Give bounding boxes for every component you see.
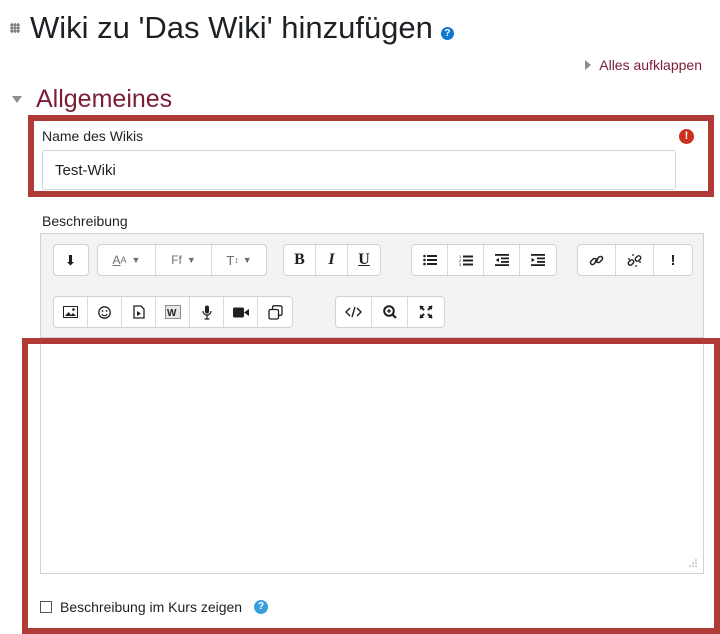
image-icon[interactable] — [54, 297, 88, 327]
question-circle-icon[interactable]: ? — [440, 26, 454, 40]
media-icon[interactable] — [122, 297, 156, 327]
name-field-label: Name des Wikis — [42, 128, 144, 144]
page-title-text: Wiki zu 'Das Wiki' hinzufügen — [30, 10, 433, 45]
toolbar-group-font: A A ▼ Ff ▼ T ↕ ▼ — [97, 244, 267, 276]
expand-all-label: Alles aufklappen — [599, 57, 702, 73]
font-size-icon[interactable]: T ↕ ▼ — [212, 245, 266, 275]
expand-triangle-icon — [585, 60, 592, 70]
svg-text:3: 3 — [459, 262, 462, 267]
wiki-activity-icon — [10, 23, 20, 33]
expand-all-link[interactable]: Alles aufklappen — [585, 56, 702, 74]
unlink-icon[interactable] — [616, 245, 654, 275]
record-audio-icon[interactable] — [190, 297, 224, 327]
editor-toolbar: A A ▼ Ff ▼ T ↕ ▼ B I U 123 ! W — [40, 233, 704, 338]
collapse-caret-icon[interactable] — [12, 95, 22, 103]
show-description-checkbox[interactable] — [40, 601, 52, 613]
highlight-box-editor — [22, 338, 720, 634]
collapse-icon[interactable] — [54, 245, 88, 275]
toolbar-group-tools — [335, 296, 445, 328]
show-description-label: Beschreibung im Kurs zeigen — [60, 599, 243, 615]
fullscreen-icon[interactable] — [408, 297, 444, 327]
toolbar-group-style: B I U — [283, 244, 381, 276]
manage-files-icon[interactable] — [258, 297, 292, 327]
font-family-label: Ff — [171, 253, 182, 267]
toolbar-group-lists: 123 — [411, 244, 557, 276]
description-label: Beschreibung — [42, 213, 128, 229]
show-description-row: Beschreibung im Kurs zeigen ? — [40, 597, 269, 617]
word-import-icon[interactable]: W — [156, 297, 190, 327]
section-header-general[interactable]: Allgemeines — [12, 84, 172, 114]
emoticon-icon[interactable] — [88, 297, 122, 327]
accessibility-checker-icon[interactable]: ! — [654, 245, 692, 275]
unordered-list-icon[interactable] — [412, 245, 448, 275]
html-icon[interactable] — [336, 297, 372, 327]
bold-icon[interactable]: B — [284, 245, 316, 275]
toolbar-group-media: W — [53, 296, 293, 328]
page-title: Wiki zu 'Das Wiki' hinzufügen ? — [8, 6, 454, 50]
ordered-list-icon[interactable]: 123 — [448, 245, 484, 275]
question-circle-icon[interactable]: ? — [254, 600, 269, 614]
italic-icon[interactable]: I — [316, 245, 348, 275]
svg-text:W: W — [167, 308, 177, 319]
wiki-name-input[interactable] — [42, 150, 676, 190]
font-family-icon[interactable]: Ff ▼ — [156, 245, 212, 275]
exclamation-circle-icon: ! — [679, 129, 694, 144]
font-color-icon[interactable]: A A ▼ — [98, 245, 156, 275]
font-color-label: A — [112, 253, 121, 267]
toolbar-group-collapse — [53, 244, 89, 276]
outdent-icon[interactable] — [484, 245, 520, 275]
underline-icon[interactable]: U — [348, 245, 380, 275]
section-title: Allgemeines — [36, 84, 173, 113]
zoom-icon[interactable] — [372, 297, 408, 327]
toolbar-group-links: ! — [577, 244, 693, 276]
link-icon[interactable] — [578, 245, 616, 275]
record-video-icon[interactable] — [224, 297, 258, 327]
indent-icon[interactable] — [520, 245, 556, 275]
font-size-label: T — [226, 252, 235, 268]
